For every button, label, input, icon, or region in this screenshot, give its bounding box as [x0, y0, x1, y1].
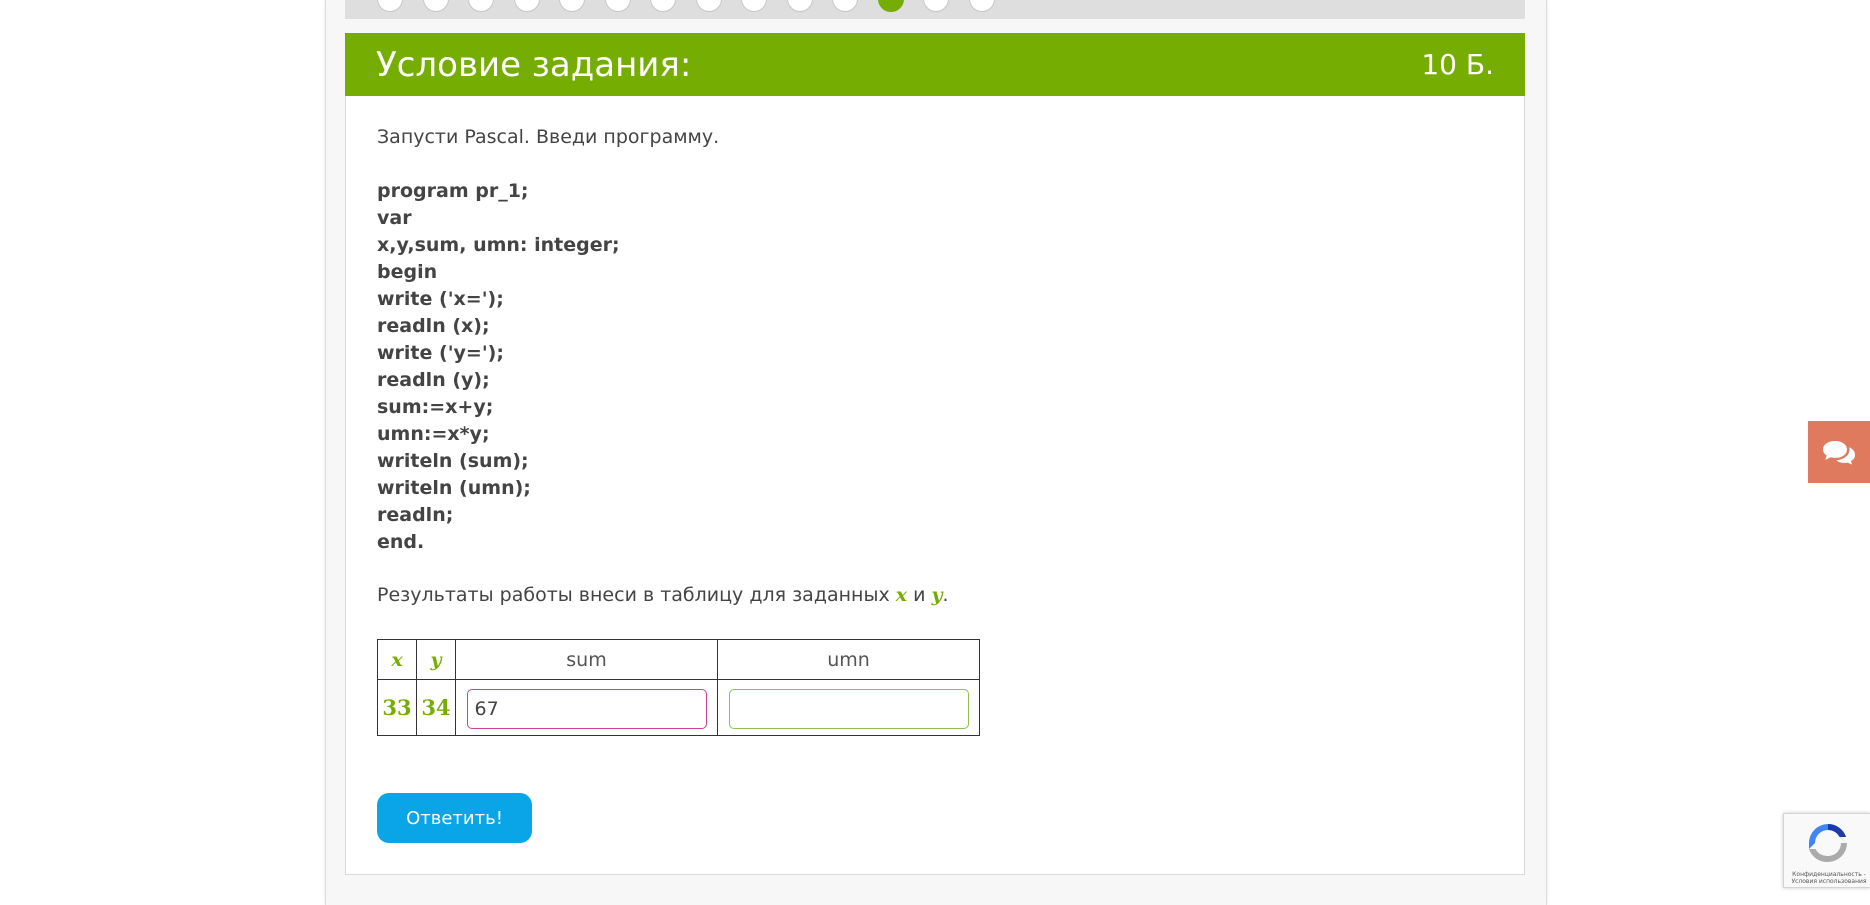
progress-step-dot[interactable]: [695, 0, 722, 12]
sum-input[interactable]: [466, 688, 707, 729]
code-line: writeln (sum);: [377, 450, 529, 472]
progress-step-dot[interactable]: [968, 0, 995, 12]
results-prefix: Результаты работы внеси в таблицу для за…: [377, 584, 896, 606]
answer-table: x y sum umn 33 34: [377, 639, 980, 736]
code-line: end.: [377, 531, 425, 553]
results-and: и: [907, 584, 932, 606]
task-body: Запусти Pascal. Введи программу. program…: [345, 96, 1525, 875]
cell-x: 33: [377, 679, 417, 736]
task-progress-bar: [345, 0, 1525, 19]
code-line: readln;: [377, 504, 454, 526]
value-y: 34: [421, 695, 451, 720]
code-line: sum:=x+y;: [377, 396, 494, 418]
cell-umn: [717, 679, 980, 736]
progress-step-dot[interactable]: [741, 0, 767, 12]
header-sum: sum: [455, 639, 718, 680]
progress-step-dot[interactable]: [604, 0, 631, 12]
header-umn: umn: [717, 639, 980, 680]
program-code: program pr_1; var x,y,sum, umn: integer;…: [377, 178, 620, 556]
chat-bubbles-icon: [1823, 441, 1855, 465]
math-var-y: y: [931, 584, 943, 606]
value-x: 33: [382, 695, 412, 720]
header-y-label: y: [430, 648, 442, 671]
recaptcha-logo-icon: [1809, 824, 1847, 863]
page: Условие задания: 10 Б. Запусти Pascal. В…: [0, 0, 1870, 905]
code-line: umn:=x*y;: [377, 423, 490, 445]
code-line: writeln (umn);: [377, 477, 531, 499]
umn-input[interactable]: [728, 688, 969, 729]
task-points: 10 Б.: [1421, 48, 1494, 81]
results-instruction: Результаты работы внеси в таблицу для за…: [377, 584, 949, 606]
code-line: write ('x=');: [377, 288, 504, 310]
table-header-row: x y sum umn: [377, 639, 980, 680]
cell-sum: [455, 679, 718, 736]
code-line: program pr_1;: [377, 180, 529, 202]
code-line: readln (x);: [377, 315, 490, 337]
task-header: Условие задания: 10 Б.: [345, 33, 1525, 96]
task-intro: Запусти Pascal. Введи программу.: [377, 126, 720, 148]
table-row: 33 34: [377, 679, 980, 736]
task-title: Условие задания:: [376, 44, 692, 85]
code-line: begin: [377, 261, 438, 283]
header-x: x: [377, 639, 417, 680]
submit-button[interactable]: Ответить!: [377, 793, 532, 843]
header-x-label: x: [391, 648, 403, 671]
progress-step-dot[interactable]: [513, 0, 540, 12]
progress-step-dot[interactable]: [650, 0, 676, 12]
progress-step-dot[interactable]: [832, 0, 858, 12]
progress-step-dot[interactable]: [468, 0, 494, 12]
progress-step-dot[interactable]: [422, 0, 449, 12]
chat-button[interactable]: [1808, 421, 1870, 483]
code-line: write ('y=');: [377, 342, 504, 364]
progress-step-dot[interactable]: [377, 0, 403, 12]
header-y: y: [416, 639, 456, 680]
code-line: var: [377, 207, 412, 229]
recaptcha-privacy-link[interactable]: Конфиденциальность -: [1788, 871, 1870, 878]
progress-step-dot[interactable]: [923, 0, 949, 12]
recaptcha-terms-link[interactable]: Условия использования: [1788, 878, 1870, 885]
math-var-x: x: [895, 584, 908, 606]
code-line: x,y,sum, umn: integer;: [377, 234, 620, 256]
progress-step-dot[interactable]: [786, 0, 813, 12]
cell-y: 34: [416, 679, 456, 736]
progress-step-dot[interactable]: [877, 0, 904, 12]
code-line: readln (y);: [377, 369, 490, 391]
progress-step-dot[interactable]: [559, 0, 585, 12]
results-suffix: .: [942, 584, 949, 606]
recaptcha-links: Конфиденциальность - Условия использован…: [1788, 871, 1870, 885]
recaptcha-badge[interactable]: Конфиденциальность - Условия использован…: [1783, 813, 1870, 888]
